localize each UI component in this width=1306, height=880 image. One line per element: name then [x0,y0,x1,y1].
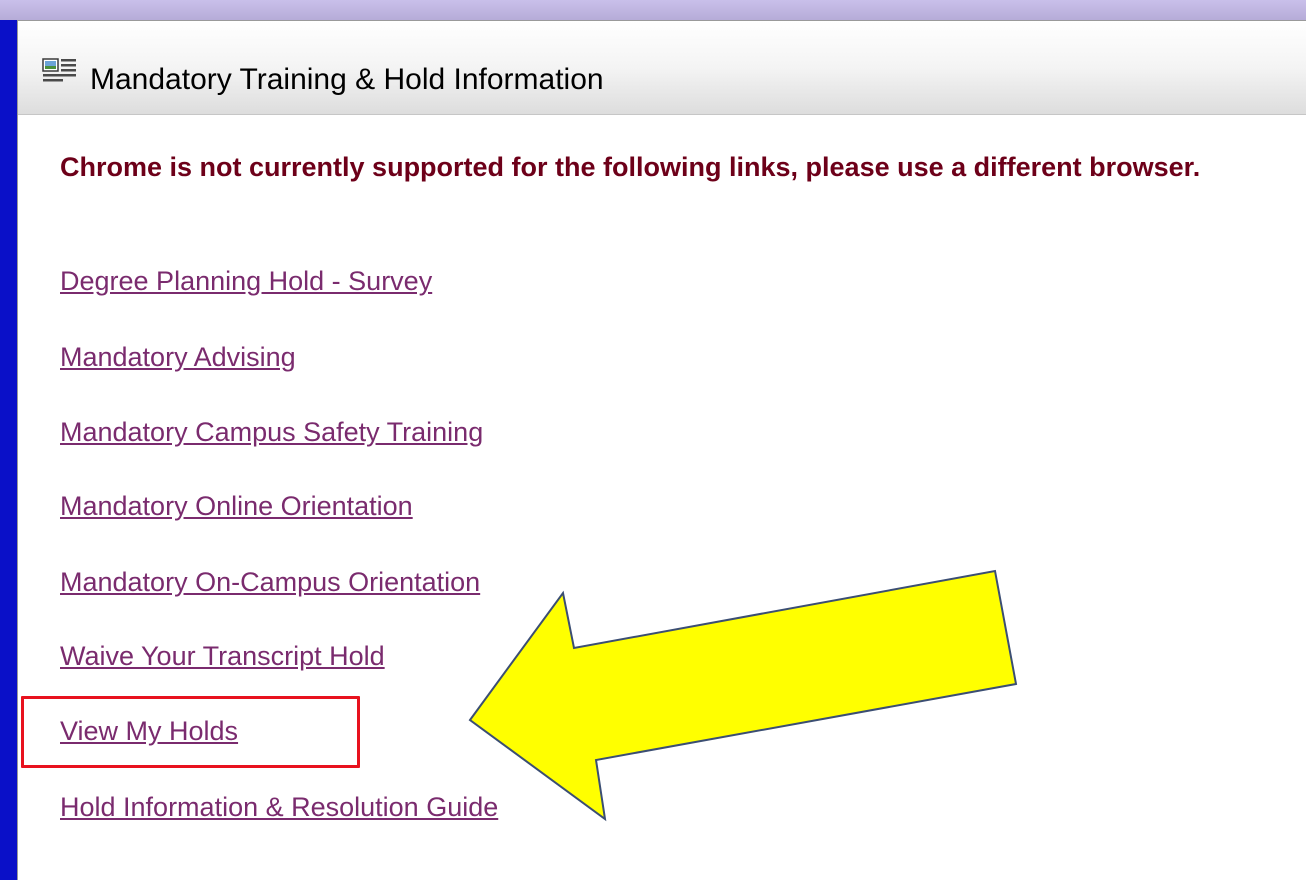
browser-notice: Chrome is not currently supported for th… [60,152,1201,182]
link-mandatory-advising[interactable]: Mandatory Advising [60,341,296,373]
link-waive-transcript-hold[interactable]: Waive Your Transcript Hold [60,640,385,672]
link-on-campus-orientation[interactable]: Mandatory On-Campus Orientation [60,566,480,598]
link-degree-planning-survey[interactable]: Degree Planning Hold - Survey [60,265,432,297]
link-online-orientation[interactable]: Mandatory Online Orientation [60,490,413,522]
news-icon [42,58,76,82]
highlight-box-view-my-holds [21,696,360,768]
link-hold-resolution-guide[interactable]: Hold Information & Resolution Guide [60,791,498,823]
portlet-title: Mandatory Training & Hold Information [90,63,604,96]
link-campus-safety-training[interactable]: Mandatory Campus Safety Training [60,416,483,448]
portlet-container: Mandatory Training & Hold Information Ch… [17,20,1306,880]
portlet-header: Mandatory Training & Hold Information [18,21,1306,115]
page-top-strip [0,0,1306,20]
